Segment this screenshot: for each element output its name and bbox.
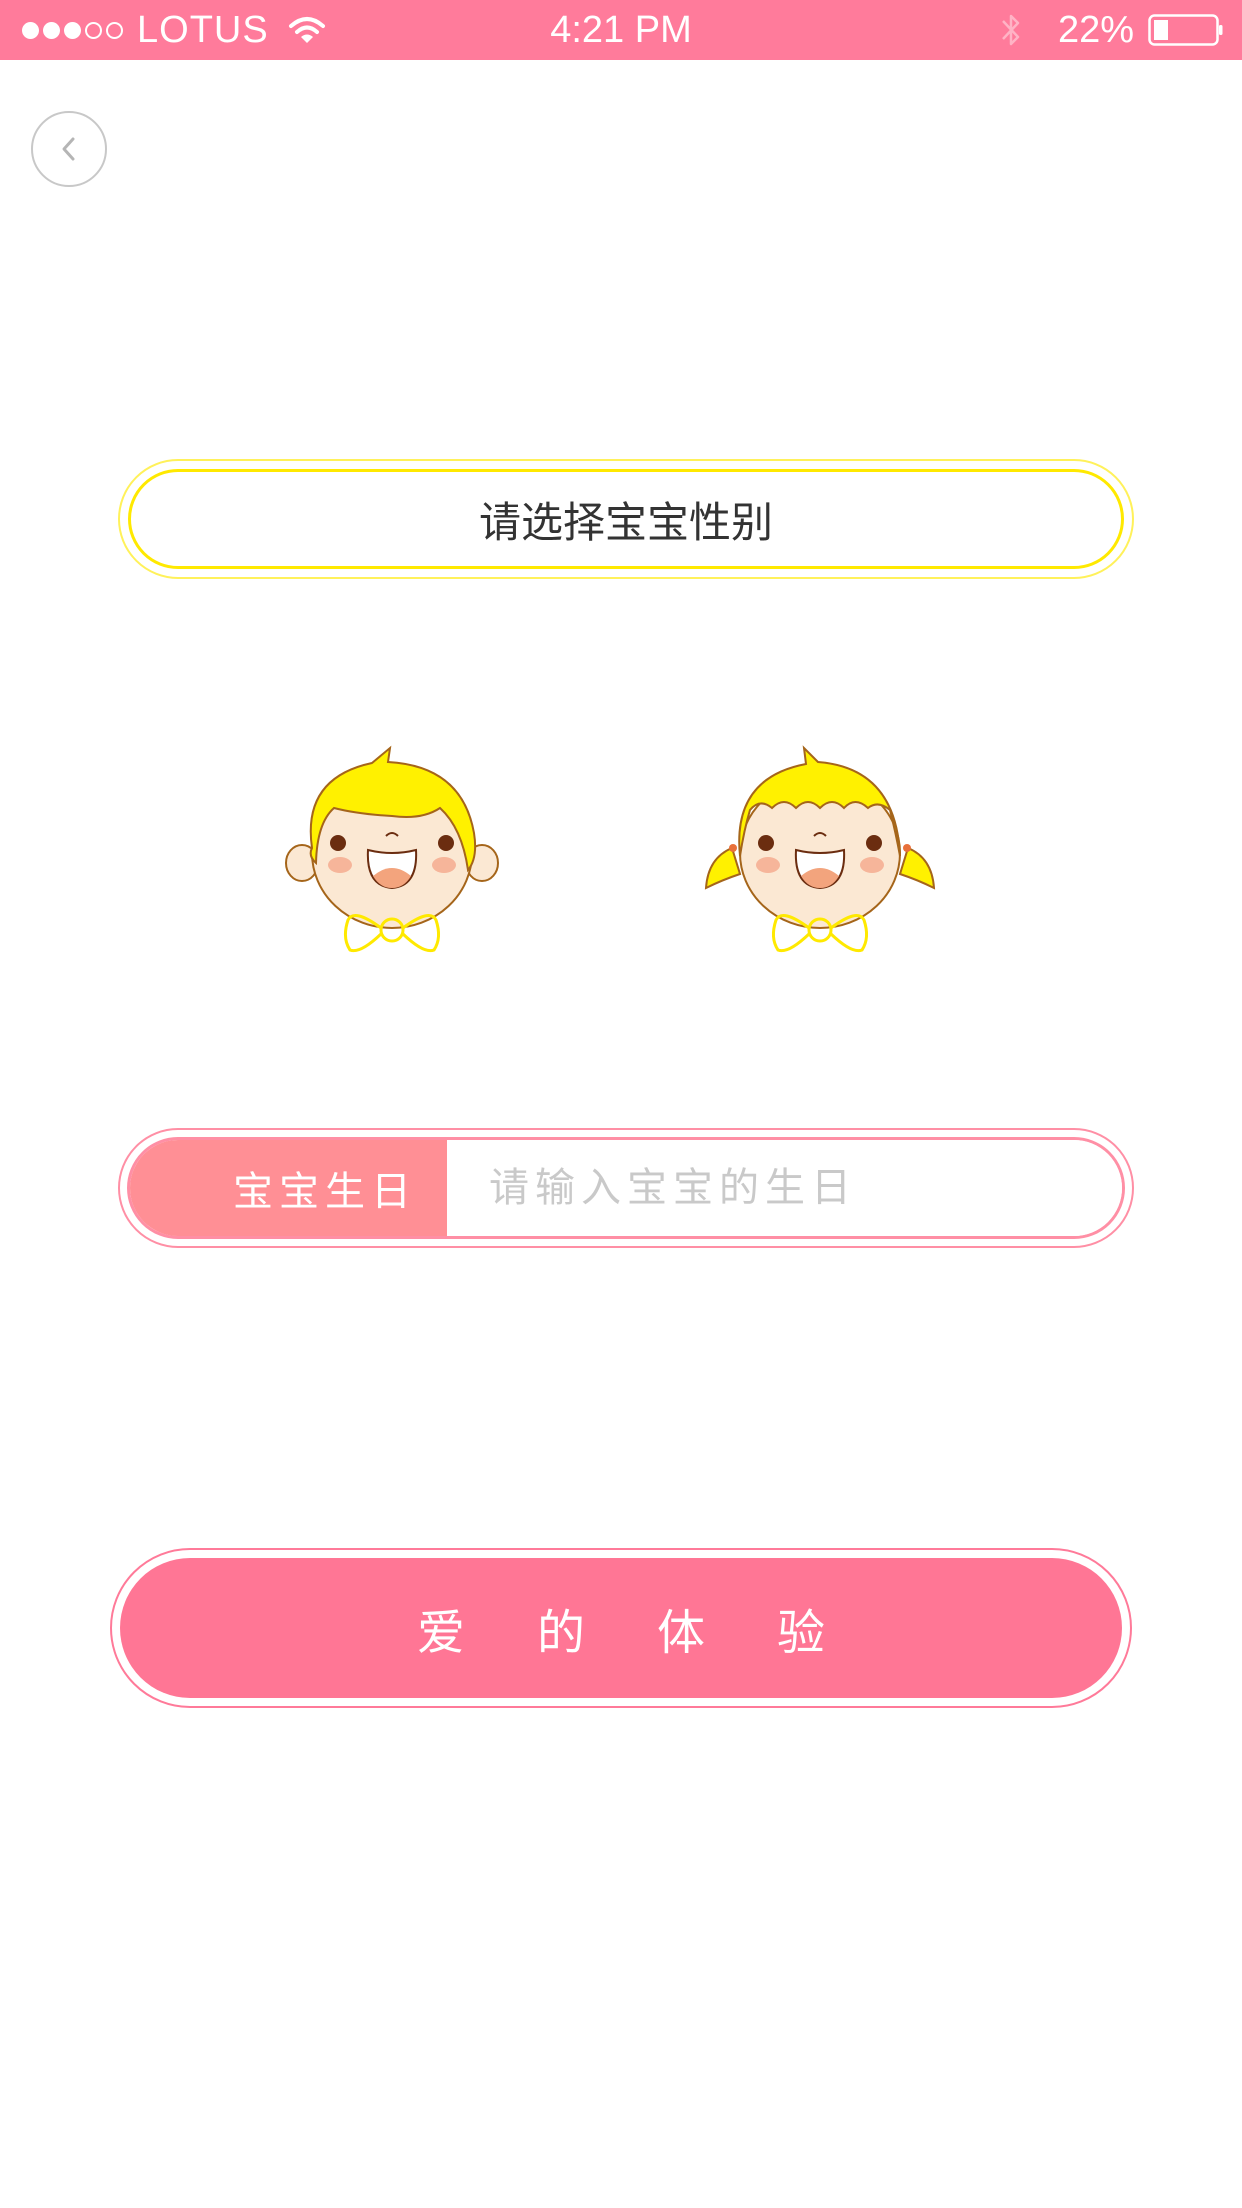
status-bar: LOTUS 4:21 PM 22% — [0, 0, 1242, 60]
status-right: 22% — [1000, 8, 1224, 52]
battery-icon — [1148, 14, 1223, 46]
gender-prompt-text: 请选择宝宝性别 — [128, 469, 1124, 569]
birthday-field-inner: 宝宝生日 — [127, 1137, 1125, 1239]
chevron-left-icon — [62, 137, 75, 161]
girl-avatar-option[interactable] — [700, 738, 940, 958]
gender-prompt-pill: 请选择宝宝性别 — [118, 459, 1134, 579]
bluetooth-icon — [1002, 14, 1020, 46]
submit-button[interactable]: 爱的体验 — [120, 1558, 1122, 1698]
birthday-field: 宝宝生日 — [118, 1128, 1134, 1248]
birthday-label: 宝宝生日 — [130, 1140, 447, 1236]
submit-button-frame: 爱的体验 — [110, 1548, 1132, 1708]
boy-face-icon — [285, 745, 499, 953]
birthday-input[interactable] — [447, 1140, 1122, 1236]
girl-face-icon — [704, 745, 936, 953]
boy-avatar-option[interactable] — [272, 738, 512, 958]
back-button[interactable] — [31, 111, 107, 187]
battery-percentage: 22% — [1057, 8, 1134, 51]
